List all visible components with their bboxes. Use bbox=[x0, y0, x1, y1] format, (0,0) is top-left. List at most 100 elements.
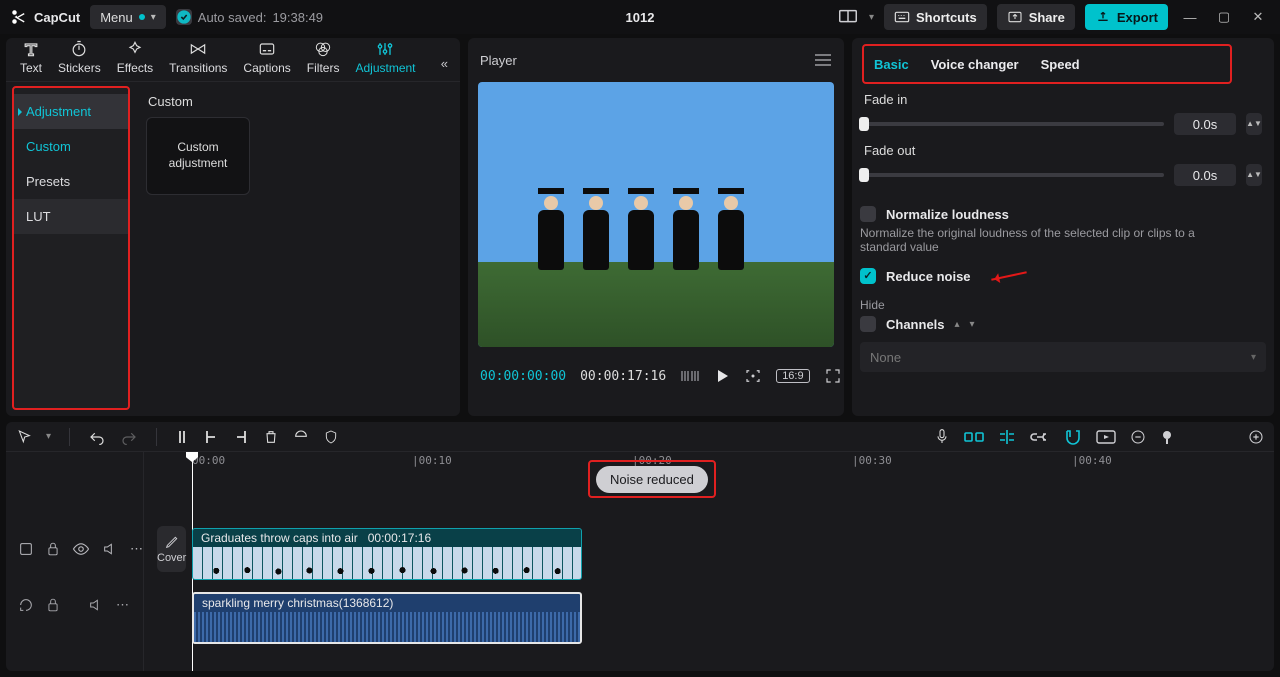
pointer-icon[interactable] bbox=[16, 429, 32, 445]
tab-filters[interactable]: Filters bbox=[299, 35, 348, 81]
window-close[interactable]: ✕ bbox=[1246, 9, 1270, 25]
split-icon[interactable] bbox=[175, 429, 189, 445]
channels-checkbox[interactable] bbox=[860, 316, 876, 332]
columns-icon[interactable] bbox=[680, 369, 700, 383]
autosave-status: Auto saved: 19:38:49 bbox=[176, 9, 323, 25]
inspector-panel: Basic Voice changer Speed Fade in 0.0s ▲… bbox=[852, 38, 1274, 416]
video-clip[interactable]: Graduates throw caps into air 00:00:17:1… bbox=[192, 528, 582, 580]
sidenav-item-presets[interactable]: Presets bbox=[14, 164, 128, 199]
scan-icon[interactable] bbox=[744, 367, 762, 385]
scissors-icon bbox=[10, 8, 28, 26]
aspect-ratio[interactable]: 16:9 bbox=[776, 369, 809, 383]
sidenav-item-custom[interactable]: Custom bbox=[14, 129, 128, 164]
link-icon[interactable] bbox=[1030, 431, 1050, 443]
check-icon bbox=[176, 9, 192, 25]
timer-icon bbox=[69, 39, 89, 59]
normalize-label: Normalize loudness bbox=[886, 207, 1009, 222]
inspector-tabs: Basic Voice changer Speed bbox=[862, 44, 1232, 84]
timeline-toolbar: ▾ bbox=[6, 422, 1274, 452]
player-menu-icon[interactable] bbox=[814, 53, 832, 67]
tab-transitions[interactable]: Transitions bbox=[161, 35, 235, 81]
app-name: CapCut bbox=[34, 10, 80, 25]
fade-in-slider[interactable] bbox=[864, 122, 1164, 126]
speaker-icon[interactable] bbox=[88, 597, 104, 613]
window-maximize[interactable]: ▢ bbox=[1212, 9, 1236, 25]
captions-icon bbox=[257, 39, 277, 59]
sidenav-header[interactable]: Adjustment bbox=[14, 94, 128, 129]
custom-adjustment-card[interactable]: Custom adjustment bbox=[146, 117, 250, 195]
collapse-panel-icon[interactable]: « bbox=[435, 50, 454, 81]
more-icon[interactable]: ⋯ bbox=[130, 541, 145, 557]
lock-icon[interactable] bbox=[46, 597, 60, 613]
reduce-noise-checkbox[interactable] bbox=[860, 268, 876, 284]
text-icon bbox=[21, 39, 41, 59]
tab-text[interactable]: Text bbox=[12, 35, 50, 81]
more-icon[interactable]: ⋯ bbox=[116, 597, 131, 613]
audio-clip[interactable]: sparkling merry christmas(1368612) bbox=[192, 592, 582, 644]
section-title: Custom bbox=[148, 94, 448, 109]
menu-button[interactable]: Menu ▾ bbox=[90, 5, 166, 29]
tab-effects[interactable]: Effects bbox=[109, 35, 161, 81]
fade-out-value[interactable]: 0.0s bbox=[1174, 164, 1236, 186]
redo-icon[interactable] bbox=[120, 429, 138, 445]
hide-label: Hide bbox=[860, 298, 1266, 312]
chevron-down-icon[interactable]: ▾ bbox=[46, 431, 51, 442]
chevron-down-icon[interactable]: ▾ bbox=[869, 12, 874, 23]
window-minimize[interactable]: — bbox=[1178, 10, 1202, 25]
preview-icon[interactable] bbox=[1096, 430, 1116, 444]
mirror-icon[interactable] bbox=[18, 541, 34, 557]
shield-icon[interactable] bbox=[323, 429, 339, 445]
tab-voice-changer[interactable]: Voice changer bbox=[931, 57, 1019, 72]
play-icon[interactable] bbox=[714, 368, 730, 384]
tab-adjustment[interactable]: Adjustment bbox=[347, 35, 423, 81]
reduce-noise-row[interactable]: Reduce noise bbox=[860, 268, 1266, 284]
magnet-icon[interactable] bbox=[1064, 429, 1082, 445]
channels-dropdown[interactable]: None ▾ bbox=[860, 342, 1266, 372]
export-button[interactable]: Export bbox=[1085, 4, 1168, 30]
audio-track-controls: ⋯ bbox=[6, 576, 143, 634]
fade-out-slider[interactable] bbox=[864, 173, 1164, 177]
video-track-controls: ⋯ Cover bbox=[6, 522, 143, 576]
lock-icon[interactable] bbox=[46, 541, 60, 557]
trim-right-icon[interactable] bbox=[233, 429, 249, 445]
shortcuts-button[interactable]: Shortcuts bbox=[884, 4, 987, 30]
layout-icon[interactable] bbox=[837, 6, 859, 28]
normalize-checkbox[interactable] bbox=[860, 206, 876, 222]
share-icon bbox=[1007, 10, 1023, 24]
tab-stickers[interactable]: Stickers bbox=[50, 35, 109, 81]
player-title: Player bbox=[480, 53, 517, 68]
channels-row[interactable]: Channels ▴ ▾ bbox=[860, 316, 1266, 332]
undo-icon[interactable] bbox=[88, 429, 106, 445]
fade-out-label: Fade out bbox=[864, 143, 1262, 158]
zoom-slider[interactable] bbox=[1160, 429, 1174, 445]
chevron-down-icon[interactable]: ▾ bbox=[970, 319, 975, 330]
timeline-body[interactable]: 00:00 |00:10 |00:20 |00:30 |00:40 Noise … bbox=[144, 452, 1274, 671]
loop-icon[interactable] bbox=[18, 597, 34, 613]
mic-icon[interactable] bbox=[934, 428, 950, 446]
share-button[interactable]: Share bbox=[997, 4, 1075, 30]
trim-left-icon[interactable] bbox=[203, 429, 219, 445]
delete-icon[interactable] bbox=[263, 429, 279, 445]
speaker-icon[interactable] bbox=[102, 541, 118, 557]
assets-panel: Text Stickers Effects Transitions Captio… bbox=[6, 38, 460, 416]
sidenav-item-lut[interactable]: LUT bbox=[14, 199, 128, 234]
chevron-up-icon[interactable]: ▴ bbox=[955, 319, 960, 330]
fullscreen-icon[interactable] bbox=[824, 367, 842, 385]
align-icon[interactable] bbox=[998, 429, 1016, 445]
fade-in-value[interactable]: 0.0s bbox=[1174, 113, 1236, 135]
tab-speed[interactable]: Speed bbox=[1041, 57, 1080, 72]
fade-out-stepper[interactable]: ▲▼ bbox=[1246, 164, 1262, 186]
tab-captions[interactable]: Captions bbox=[235, 35, 298, 81]
reduce-noise-label: Reduce noise bbox=[886, 269, 971, 284]
tab-basic[interactable]: Basic bbox=[874, 57, 909, 72]
normalize-desc: Normalize the original loudness of the s… bbox=[860, 226, 1240, 254]
zoom-in-icon[interactable] bbox=[1248, 429, 1264, 445]
preview-stage[interactable] bbox=[478, 82, 834, 347]
timeline: ⋯ Cover ⋯ 00:00 |00:10 |00:20 |00:30 |00… bbox=[6, 452, 1274, 671]
mark-in-icon[interactable] bbox=[293, 429, 309, 445]
eye-icon[interactable] bbox=[72, 542, 90, 556]
fade-in-stepper[interactable]: ▲▼ bbox=[1246, 113, 1262, 135]
normalize-row[interactable]: Normalize loudness bbox=[860, 206, 1266, 222]
snap-icon[interactable] bbox=[964, 430, 984, 444]
zoom-out-icon[interactable] bbox=[1130, 429, 1146, 445]
